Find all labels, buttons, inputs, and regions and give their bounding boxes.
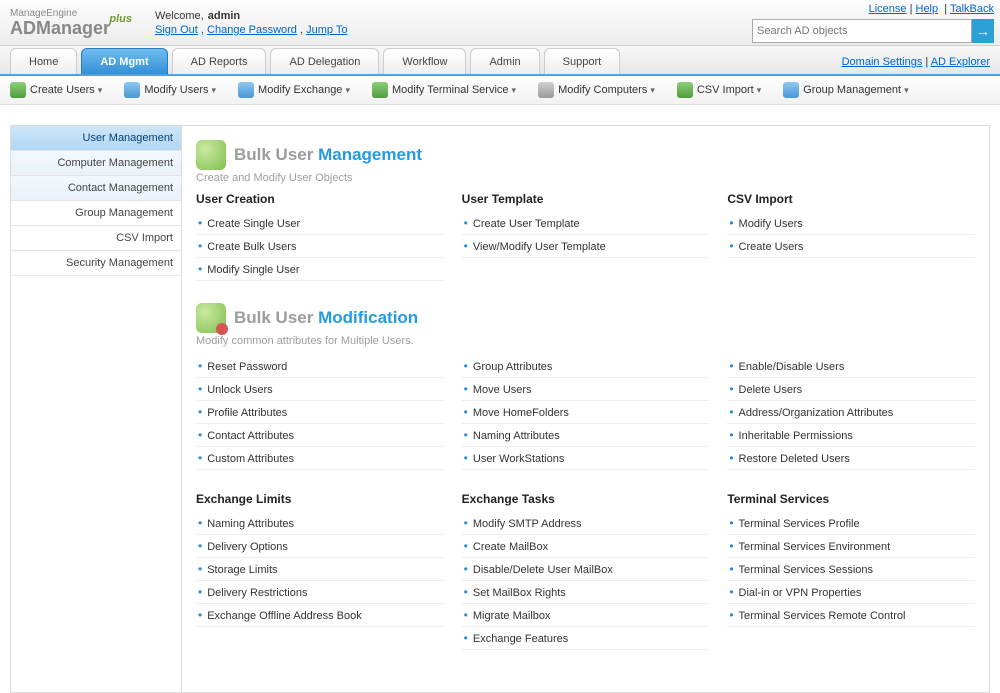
list-item[interactable]: Set MailBox Rights (462, 581, 710, 604)
license-link[interactable]: License (869, 3, 907, 15)
list-item[interactable]: Move HomeFolders (462, 401, 710, 424)
help-link[interactable]: Help (916, 3, 939, 15)
col-heading-csv-import: CSV Import (727, 192, 975, 206)
list-item[interactable]: Custom Attributes (196, 447, 444, 470)
jump-to-link[interactable]: Jump To (306, 24, 347, 36)
list-item[interactable]: Create Single User (196, 212, 444, 235)
list-item[interactable]: Create User Template (462, 212, 710, 235)
list-item[interactable]: Inheritable Permissions (727, 424, 975, 447)
computer-icon (538, 82, 554, 98)
list-item[interactable]: Naming Attributes (462, 424, 710, 447)
list-item[interactable]: Unlock Users (196, 378, 444, 401)
list-item[interactable]: Address/Organization Attributes (727, 401, 975, 424)
talkback-link[interactable]: TalkBack (950, 3, 994, 15)
csv-import-icon (677, 82, 693, 98)
toolbar-modify-users[interactable]: Modify Users▾ (124, 82, 216, 98)
domain-settings-link[interactable]: Domain Settings (842, 56, 923, 68)
col-heading-exchange-limits: Exchange Limits (196, 492, 444, 506)
list-item[interactable]: Terminal Services Sessions (727, 558, 975, 581)
terminal-icon (372, 82, 388, 98)
section-title-bulk-user-management: Bulk User Management (234, 145, 422, 165)
tab-admin[interactable]: Admin (470, 48, 539, 74)
tab-home[interactable]: Home (10, 48, 77, 74)
toolbar-modify-exchange[interactable]: Modify Exchange▾ (238, 82, 350, 98)
search-go-button[interactable]: → (972, 19, 994, 43)
change-password-link[interactable]: Change Password (207, 24, 297, 36)
list-item[interactable]: Create Bulk Users (196, 235, 444, 258)
list-item[interactable]: Dial-in or VPN Properties (727, 581, 975, 604)
list-item[interactable]: Naming Attributes (196, 512, 444, 535)
ad-explorer-link[interactable]: AD Explorer (931, 56, 990, 68)
section-subtitle: Modify common attributes for Multiple Us… (196, 335, 975, 347)
users-plus-icon (10, 82, 26, 98)
list-item[interactable]: Disable/Delete User MailBox (462, 558, 710, 581)
exchange-icon (238, 82, 254, 98)
main-content: Bulk User Management Create and Modify U… (181, 125, 990, 693)
list-item[interactable]: Terminal Services Remote Control (727, 604, 975, 627)
col-heading-terminal-services: Terminal Services (727, 492, 975, 506)
list-item[interactable]: Delivery Restrictions (196, 581, 444, 604)
welcome-block: Welcome,admin Sign Out , Change Password… (155, 10, 347, 36)
col-heading-user-template: User Template (462, 192, 710, 206)
list-item[interactable]: Profile Attributes (196, 401, 444, 424)
list-item[interactable]: Exchange Offline Address Book (196, 604, 444, 627)
tab-ad-reports[interactable]: AD Reports (172, 48, 267, 74)
list-item[interactable]: Terminal Services Profile (727, 512, 975, 535)
tab-ad-delegation[interactable]: AD Delegation (270, 48, 379, 74)
bulk-user-mod-icon (196, 303, 226, 333)
list-item[interactable]: Terminal Services Environment (727, 535, 975, 558)
sidebar-item-user-management[interactable]: User Management (11, 126, 181, 151)
list-item[interactable]: Delete Users (727, 378, 975, 401)
list-item[interactable]: Group Attributes (462, 355, 710, 378)
toolbar-create-users[interactable]: Create Users▾ (10, 82, 102, 98)
col-heading-exchange-tasks: Exchange Tasks (462, 492, 710, 506)
tab-ad-mgmt[interactable]: AD Mgmt (81, 48, 167, 74)
list-item[interactable]: Storage Limits (196, 558, 444, 581)
list-item[interactable]: Restore Deleted Users (727, 447, 975, 470)
app-logo: ManageEngine ADManagerplus (10, 9, 110, 37)
list-item[interactable]: Create Users (727, 235, 975, 258)
list-item[interactable]: Contact Attributes (196, 424, 444, 447)
tab-workflow[interactable]: Workflow (383, 48, 466, 74)
search-input[interactable] (752, 19, 972, 43)
users-edit-icon (124, 82, 140, 98)
left-sidebar: User Management Computer Management Cont… (10, 125, 181, 693)
section-subtitle: Create and Modify User Objects (196, 172, 975, 184)
toolbar-modify-terminal[interactable]: Modify Terminal Service▾ (372, 82, 516, 98)
action-toolbar: Create Users▾ Modify Users▾ Modify Excha… (0, 76, 1000, 105)
sidebar-item-csv-import[interactable]: CSV Import (11, 226, 181, 251)
sidebar-item-security-management[interactable]: Security Management (11, 251, 181, 276)
list-item[interactable]: Reset Password (196, 355, 444, 378)
sidebar-item-computer-management[interactable]: Computer Management (11, 151, 181, 176)
list-item[interactable]: Modify Users (727, 212, 975, 235)
list-item[interactable]: Modify Single User (196, 258, 444, 281)
sidebar-item-group-management[interactable]: Group Management (11, 201, 181, 226)
list-item[interactable]: Migrate Mailbox (462, 604, 710, 627)
group-icon (783, 82, 799, 98)
list-item[interactable]: Delivery Options (196, 535, 444, 558)
list-item[interactable]: Move Users (462, 378, 710, 401)
toolbar-group-mgmt[interactable]: Group Management▾ (783, 82, 908, 98)
sign-out-link[interactable]: Sign Out (155, 24, 198, 36)
col-heading-user-creation: User Creation (196, 192, 444, 206)
bulk-user-mgmt-icon (196, 140, 226, 170)
sidebar-item-contact-management[interactable]: Contact Management (11, 176, 181, 201)
list-item[interactable]: View/Modify User Template (462, 235, 710, 258)
list-item[interactable]: Exchange Features (462, 627, 710, 650)
list-item[interactable]: Enable/Disable Users (727, 355, 975, 378)
list-item[interactable]: Create MailBox (462, 535, 710, 558)
tab-support[interactable]: Support (544, 48, 621, 74)
section-title-bulk-user-modification: Bulk User Modification (234, 308, 418, 328)
toolbar-modify-computers[interactable]: Modify Computers▾ (538, 82, 655, 98)
list-item[interactable]: User WorkStations (462, 447, 710, 470)
toolbar-csv-import[interactable]: CSV Import▾ (677, 82, 761, 98)
list-item[interactable]: Modify SMTP Address (462, 512, 710, 535)
